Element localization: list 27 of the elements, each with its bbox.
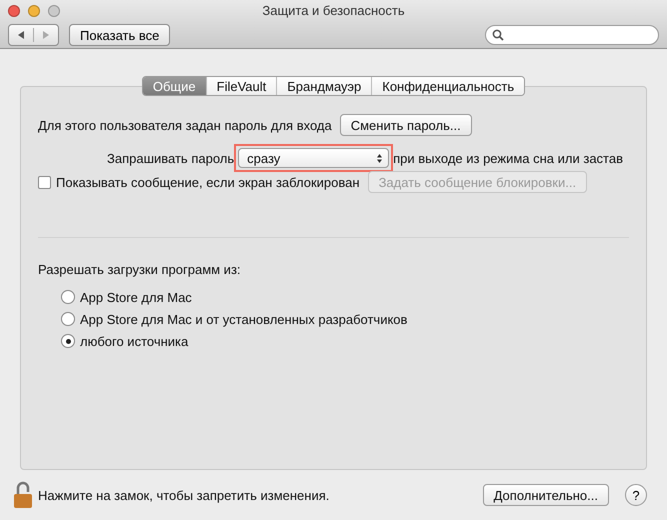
- tab[interactable]: Общие: [142, 77, 206, 95]
- show-all-button[interactable]: Показать все: [69, 24, 170, 46]
- navigation-buttons[interactable]: [8, 24, 59, 46]
- help-button[interactable]: ?: [625, 484, 647, 506]
- search-field[interactable]: [485, 25, 659, 45]
- change-password-button[interactable]: Сменить пароль...: [340, 114, 472, 136]
- sleep-label: при выходе из режима сна или застав: [393, 150, 624, 166]
- window-title: Защита и безопасность: [261, 3, 406, 18]
- minimize-button[interactable]: [28, 5, 40, 17]
- delay-popup[interactable]: сразу: [238, 148, 390, 168]
- close-button[interactable]: [8, 5, 20, 17]
- require-password-label: Запрашивать пароль: [107, 150, 234, 166]
- downloads-label: Разрешать загрузки программ из:: [38, 262, 242, 277]
- lock-icon[interactable]: [12, 480, 34, 510]
- search-icon: [492, 29, 504, 41]
- lock-hint: Нажмите на замок, чтобы запретить изменения.: [38, 488, 330, 502]
- zoom-button[interactable]: [48, 5, 60, 17]
- advanced-button[interactable]: Дополнительно...: [482, 484, 609, 506]
- password-label: Для этого пользователя задан пароль для входа: [38, 118, 332, 132]
- tab[interactable]: Конфиденциальность: [371, 77, 524, 95]
- source-radio[interactable]: App Store для Mac и от установленных разработчиков: [38, 308, 646, 330]
- show-message-checkbox[interactable]: Показывать сообщение, если экран заблокирован: [38, 174, 360, 190]
- source-radio[interactable]: App Store для Mac: [38, 286, 646, 308]
- source-radio[interactable]: любого источника: [38, 330, 646, 352]
- tab[interactable]: Брандмауэр: [276, 77, 372, 95]
- updown-arrows-icon: [376, 152, 384, 164]
- tab[interactable]: FileVault: [206, 77, 276, 95]
